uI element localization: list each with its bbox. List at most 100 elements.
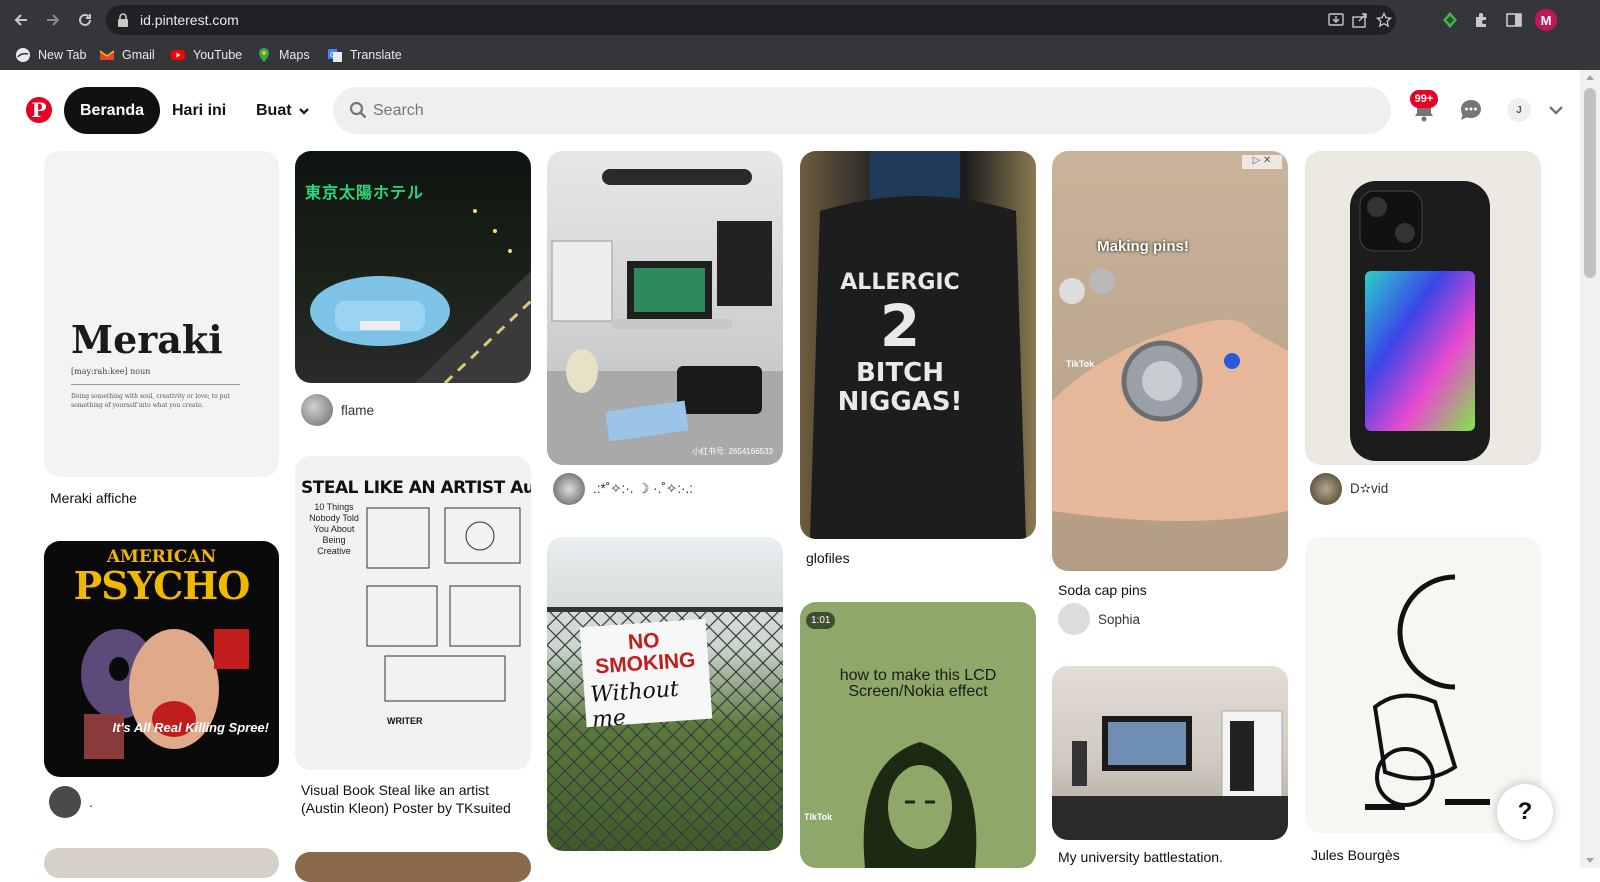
search-bar[interactable] [333,87,1391,134]
pin-battlestation-image[interactable] [1052,666,1288,840]
bookmark-maps[interactable]: Maps [256,44,310,66]
pin-no-smoking-image[interactable]: NO SMOKING Without me [547,537,783,851]
car-night-scene [310,209,531,383]
translate-icon: G [328,49,342,62]
user-avatar-icon [553,473,585,505]
desk-scene [547,169,783,465]
meraki-divider [71,384,240,385]
lcd-headline: how to make this LCD Screen/Nokia effect [839,667,997,700]
steal-headline: STEAL LIKE AN ARTIST Austin Kleon [301,478,531,498]
user-avatar-icon [49,786,81,818]
messages-icon[interactable] [1458,97,1484,123]
search-icon [349,101,367,119]
pin-car-image[interactable]: 東京太陽ホテル [295,151,531,383]
no-smoking-sign: NO SMOKING Without me [579,618,713,733]
extensions-puzzle-icon[interactable] [1472,10,1492,30]
pin-user-name: .:*˚✧:·. ☽ ·.˚✧:·.: [593,481,693,496]
nav-today-link[interactable]: Hari ini [156,87,242,134]
pin-user[interactable]: .:*˚✧:·. ☽ ·.˚✧:·.: [553,473,693,505]
extension-green-icon[interactable] [1440,10,1460,30]
nav-create-dropdown[interactable]: Buat [240,87,326,134]
pin-lcd-effect-video[interactable]: 1:01 how to make this LCD Screen/Nokia e… [800,602,1036,868]
meraki-pronunciation: [may:rah:kee] noun [71,367,151,376]
video-duration-badge: 1:01 [806,612,836,629]
toolbar: id.pinterest.com M [0,0,1600,40]
pin-phone-case-image[interactable] [1305,151,1541,465]
help-button[interactable]: ? [1497,784,1553,840]
hoodie-line: BITCH [855,357,945,388]
user-avatar[interactable]: J [1507,98,1531,122]
pin-user-name[interactable]: Jules Bourgès [1311,846,1400,864]
nav-create-label: Buat [256,101,292,119]
pin-steal-like-an-artist-image[interactable]: STEAL LIKE AN ARTIST Austin Kleon 10 Thi… [295,456,531,770]
maps-icon [259,48,269,62]
pin-user-name: flame [341,402,375,418]
pin-hoodie-image[interactable]: ALLERGIC 2 BITCH NIGGAS! [800,151,1036,539]
chevron-down-icon [298,107,309,115]
pinterest-logo-icon[interactable]: P [26,97,52,123]
tiktok-watermark-icon: TikTok [804,812,833,822]
side-panel-icon[interactable] [1504,10,1524,30]
psycho-faces-illustration [81,629,249,759]
forward-icon[interactable] [41,8,65,32]
bookmark-label: New Tab [38,48,87,62]
pin-soda-cap-video[interactable]: ▷ ✕ Making pins! TikTok [1052,151,1288,571]
bookmark-youtube[interactable]: YouTube [170,44,242,66]
bookmarks-bar: New Tab Gmail YouTube Maps G Translate [0,40,1600,70]
cap-overlay-text: Making pins! [1097,238,1189,255]
psycho-spree-text: It's All Real Killing Spree! [112,720,269,735]
hoodie-line: 2 [879,292,921,361]
hoodie-line: NIGGAS! [837,386,963,417]
lcd-portrait [863,742,977,868]
account-chevron-down-icon[interactable] [1546,100,1566,120]
pin-partial-image[interactable] [44,848,279,878]
pin-title[interactable]: Visual Book Steal like an artist (Austin… [301,781,526,817]
reload-icon[interactable] [73,8,97,32]
pin-user-name: Sophia [1098,611,1141,627]
star-icon[interactable] [1376,12,1392,28]
pin-title[interactable]: Meraki affiche [50,489,137,507]
pin-title[interactable]: Soda cap pins [1058,581,1147,599]
pin-meraki-image[interactable]: Meraki [may:rah:kee] noun Doing somethin… [44,151,279,477]
bookmark-new-tab[interactable]: New Tab [15,44,86,66]
desk-caption: 小红书号: 2654166533 [692,447,773,456]
browser-chrome: id.pinterest.com M New Tab Gmail YouTube… [0,0,1600,70]
pin-title[interactable]: glofiles [806,549,850,567]
profile-avatar[interactable]: M [1535,9,1557,31]
pin-user[interactable]: Sophia [1058,603,1140,635]
nav-home-button[interactable]: Beranda [64,87,161,134]
pin-user[interactable]: flame [301,394,374,426]
notifications-badge: 99+ [1410,90,1438,108]
steal-writer-label: WRITER [387,716,423,726]
bookmark-gmail[interactable]: Gmail [99,44,155,66]
address-bar[interactable]: id.pinterest.com [106,5,1396,35]
psycho-title-text: PSYCHO [73,563,251,608]
scroll-down-icon[interactable] [1586,858,1594,863]
hoodie-print: ALLERGIC 2 BITCH NIGGAS! [830,270,970,417]
page-scrollbar[interactable] [1580,70,1600,868]
scroll-up-icon[interactable] [1586,75,1594,80]
gmail-icon [99,50,115,60]
pinterest-header: P Beranda Hari ini Buat 99+ J [0,70,1580,148]
pin-desk-setup-image[interactable]: 小红书号: 2654166533 [547,151,783,465]
pin-partial-image[interactable] [295,852,531,882]
pin-title[interactable]: My university battlestation. [1058,848,1223,866]
install-icon[interactable] [1328,12,1344,28]
pin-user-name: D✫vid [1350,481,1389,496]
moon-character-drawing [1365,574,1490,810]
pin-user[interactable]: . [49,786,93,818]
share-icon[interactable] [1352,12,1368,28]
bookmark-translate[interactable]: G Translate [327,44,402,66]
no-smoking-text: NO SMOKING [594,629,697,679]
pin-moon-drawing-image[interactable] [1305,537,1541,833]
back-icon[interactable] [9,8,33,32]
steal-sketches [366,507,521,702]
pin-user[interactable]: D✫vid [1310,473,1388,505]
user-avatar-icon [1310,473,1342,505]
url-text: id.pinterest.com [140,12,239,28]
bookmark-label: Maps [279,48,310,62]
lock-icon [118,13,128,27]
scroll-thumb[interactable] [1584,88,1596,278]
search-input[interactable] [373,87,1373,134]
pin-american-psycho-image[interactable]: AMERICAN PSYCHO It's All Real Killing Sp… [44,541,279,777]
